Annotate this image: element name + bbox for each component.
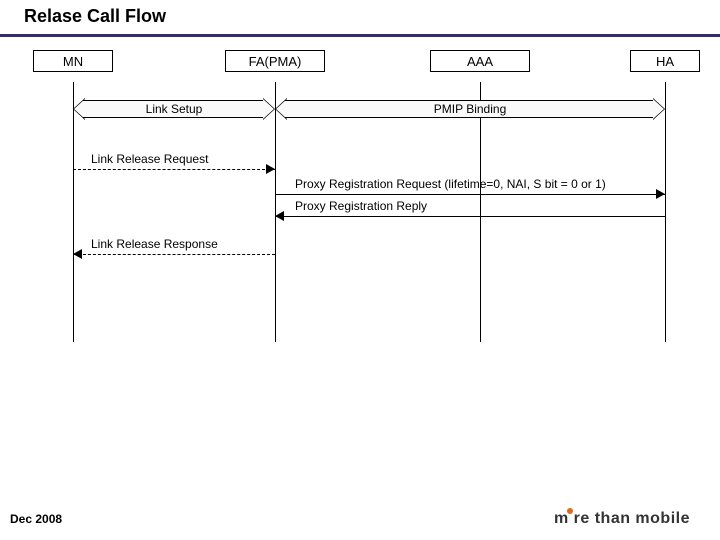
- msg-link-release-response-label: Link Release Response: [91, 237, 218, 251]
- page-title: Relase Call Flow: [24, 6, 166, 27]
- msg-link-release-request: Link Release Request: [73, 155, 275, 171]
- sequence-diagram: MN FA(PMA) AAA HA Link Setup PMIP Bindin…: [0, 50, 720, 350]
- footer-logo: m re than mobile: [554, 510, 690, 528]
- lifeline-mn: [73, 82, 74, 342]
- block-pmip-binding-label: PMIP Binding: [275, 102, 665, 116]
- msg-link-release-response: Link Release Response: [73, 240, 275, 256]
- block-link-setup: Link Setup: [73, 100, 275, 118]
- msg-proxy-reg-reply-label: Proxy Registration Reply: [295, 199, 427, 213]
- lifeline-ha: [665, 82, 666, 342]
- msg-link-release-request-label: Link Release Request: [91, 152, 208, 166]
- title-underline: [0, 34, 720, 37]
- block-link-setup-label: Link Setup: [73, 102, 275, 116]
- msg-proxy-reg-reply: Proxy Registration Reply: [275, 202, 665, 218]
- msg-proxy-reg-request-label: Proxy Registration Request (lifetime=0, …: [295, 177, 606, 191]
- footer-date: Dec 2008: [10, 512, 62, 526]
- actor-mn: MN: [33, 50, 113, 72]
- actor-fa: FA(PMA): [225, 50, 325, 72]
- logo-dot-icon: [567, 508, 573, 514]
- msg-proxy-reg-request: Proxy Registration Request (lifetime=0, …: [275, 180, 665, 196]
- block-pmip-binding: PMIP Binding: [275, 100, 665, 118]
- actor-aaa: AAA: [430, 50, 530, 72]
- actor-ha: HA: [630, 50, 700, 72]
- logo-rest: re than mobile: [574, 510, 690, 527]
